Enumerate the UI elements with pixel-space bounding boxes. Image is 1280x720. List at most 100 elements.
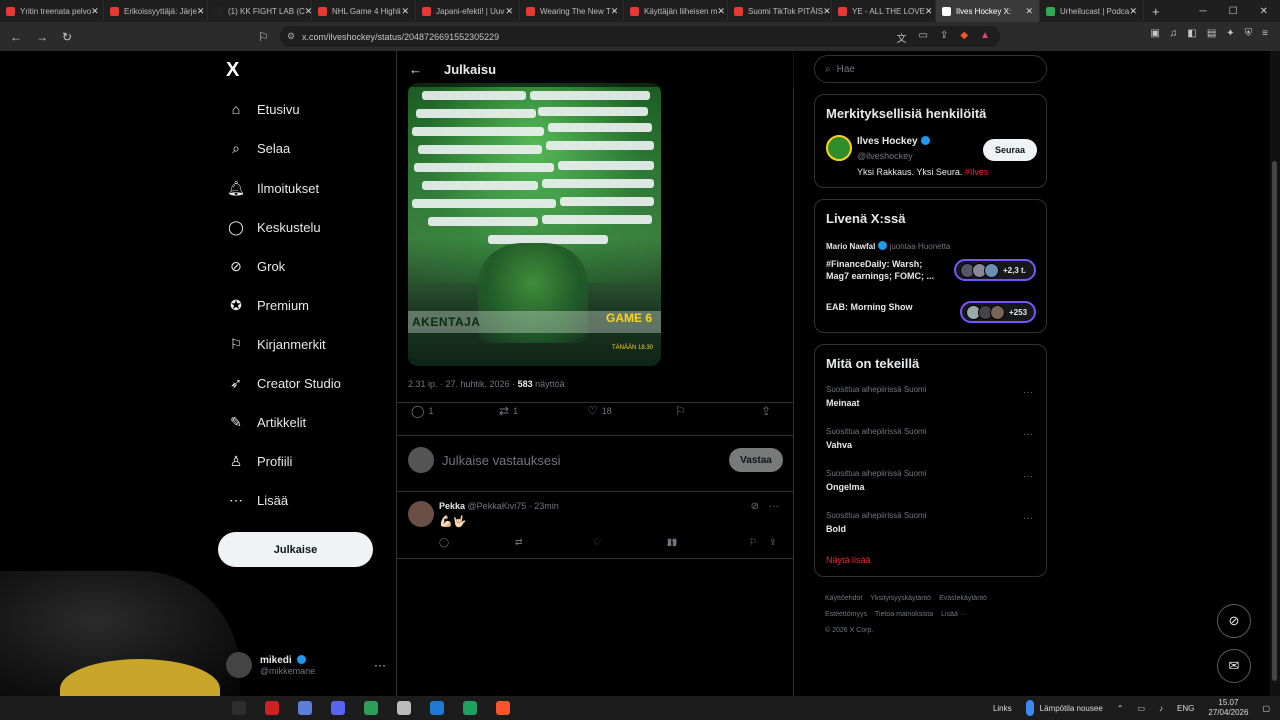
translate-icon[interactable]: 文 [897,30,907,45]
grok-icon[interactable]: ⊘ [751,501,759,512]
browser-tab[interactable]: NHL Game 4 Highli ✕ [312,0,416,22]
like-button[interactable]: ♡ 18 [587,404,612,418]
heart-icon[interactable]: ♡ [593,537,601,548]
links-toolbar[interactable]: Links [993,704,1012,713]
trend-item[interactable]: Meinaat [826,398,860,408]
nav-item-artikkelit[interactable]: ✎ Artikkelit [226,414,306,431]
more-icon[interactable]: ··· [769,501,779,512]
brave-shields-icon[interactable]: ◆ [960,30,968,45]
url-bar[interactable]: ⚙ x.com/ilveshockey/status/2048726691552… [280,26,1000,47]
language-indicator[interactable]: ENG [1177,704,1194,713]
footer-link[interactable]: Yksityisyyskäytäntö [870,595,931,602]
nav-item-premium[interactable]: ✪ Premium [226,297,309,314]
brave-rewards-icon[interactable]: ▲ [980,30,990,45]
nav-item-lis-[interactable]: ⋯ Lisää [226,492,288,509]
tab-close-icon[interactable]: ✕ [401,6,409,17]
reply-post[interactable]: Pekka @PekkaKivi75 · 23min 💪🏻🤟🏻 ⊘ ··· ◯ … [408,499,783,559]
reply-author-name[interactable]: Pekka [439,501,465,511]
forward-icon[interactable]: → [36,30,48,44]
new-tab-button[interactable]: + [1144,4,1168,19]
trend-item[interactable]: Ongelma [826,482,865,492]
messages-fab-icon[interactable]: ✉ [1217,649,1251,683]
more-icon[interactable]: ··· [1023,513,1033,524]
opera-icon[interactable] [265,701,279,715]
hashtag-link[interactable]: #Ilves [965,167,989,177]
tab-close-icon[interactable]: ✕ [925,6,933,17]
tab-close-icon[interactable]: ✕ [611,6,619,17]
more-icon[interactable]: ··· [1023,429,1033,440]
extension-icon[interactable]: ▣ [1150,28,1159,39]
avatar[interactable] [826,135,852,161]
volume-icon[interactable]: ♪ [1159,704,1163,713]
tab-close-icon[interactable]: ✕ [1025,6,1033,17]
task-view-icon[interactable] [232,701,246,715]
nav-item-ilmoitukset[interactable]: 🔔︎ Ilmoitukset [226,180,319,197]
media-icon[interactable]: ♫ [1170,28,1178,39]
nav-item-grok[interactable]: ⊘ Grok [226,258,285,275]
browser-tab[interactable]: Suomi TikTok PITÄIS ✕ [728,0,832,22]
account-switcher[interactable]: mikedi @mikkemane ··· [226,648,386,682]
live-item[interactable]: EAB: Morning Show [826,301,913,313]
trend-item[interactable]: Bold [826,524,846,534]
figma-icon[interactable] [298,701,312,715]
bookmark-icon[interactable]: ⚐ [749,537,757,548]
app-icon[interactable] [364,701,378,715]
post-button[interactable]: Julkaise [218,532,373,567]
nav-item-profiili[interactable]: ♙ Profiili [226,453,293,470]
puzzle-icon[interactable]: ✦ [1226,28,1234,39]
wallet-icon[interactable]: ▤ [1207,28,1216,39]
footer-link[interactable]: © 2026 X Corp. [825,627,873,634]
tab-close-icon[interactable]: ✕ [823,6,831,17]
show-more-link[interactable]: Näytä lisää [826,555,871,565]
browser-tab[interactable]: YE - ALL THE LOVE ✕ [832,0,936,22]
host-name[interactable]: Mario Nawfal [826,242,875,251]
share-button[interactable]: ⇪ [761,404,775,418]
account-more-icon[interactable]: ··· [374,658,386,672]
browser-tab[interactable]: (1) KK FIGHT LAB (C ✕ [208,0,312,22]
edge-icon[interactable] [430,701,444,715]
tab-close-icon[interactable]: ✕ [717,6,725,17]
tab-close-icon[interactable]: ✕ [197,6,205,17]
browser-tab[interactable]: Ilves Hockey X: ✕ [936,0,1040,22]
tab-close-icon[interactable]: ✕ [1129,6,1137,17]
browser-tab[interactable]: Käyttäjän liiheisen m ✕ [624,0,728,22]
tab-close-icon[interactable]: ✕ [91,6,99,17]
avatar[interactable] [408,501,434,527]
more-icon[interactable]: ··· [1023,471,1033,482]
share-icon[interactable]: ⇪ [769,537,777,548]
footer-link[interactable]: Käyttöehdot [825,595,862,602]
tab-close-icon[interactable]: ✕ [505,6,513,17]
close-window-icon[interactable]: ✕ [1260,6,1268,17]
repost-icon[interactable]: ⇄ [515,537,523,548]
sidebar-icon[interactable]: ◧ [1187,28,1196,39]
post-image[interactable]: AKENTAJA GAME 6 TÄNÄÄN 18.30 [408,83,661,366]
weather-text[interactable]: Lämpötila nousee [1040,704,1103,713]
app-icon[interactable] [397,701,411,715]
footer-link[interactable]: Tietoa mainoksista [875,611,933,618]
browser-tab[interactable]: Urheilucast | Podca ✕ [1040,0,1144,22]
tab-close-icon[interactable]: ✕ [305,6,311,17]
nav-item-etusivu[interactable]: ⌂ Etusivu [226,101,300,117]
discord-icon[interactable] [331,701,345,715]
brave-icon[interactable] [496,701,510,715]
site-info-icon[interactable]: ⚙ [287,31,295,42]
relevant-name[interactable]: Ilves Hockey [857,136,918,147]
footer-link[interactable]: Evästekäytäntö [939,595,987,602]
browser-tab[interactable]: Japani-efekti! | Uuv ✕ [416,0,520,22]
x-logo-icon[interactable]: X [226,59,239,82]
app-icon[interactable] [463,701,477,715]
footer-link[interactable]: Esteettömyys [825,611,867,618]
reload-icon[interactable]: ↻ [62,30,72,44]
browser-tab[interactable]: Yritin treenata pelvo ✕ [0,0,104,22]
scrollbar[interactable] [1270,51,1280,696]
vpn-icon[interactable]: ⛨ [1245,28,1253,39]
trend-item[interactable]: Vahva [826,440,852,450]
live-listeners-pill[interactable]: +253 [960,301,1036,323]
menu-icon[interactable]: ≡ [1262,28,1268,39]
follow-button[interactable]: Seuraa [983,139,1037,161]
search-input[interactable]: ⌕ Hae [814,55,1047,83]
bookmark-button[interactable]: ⚐ [675,404,690,418]
tray-chevron-icon[interactable]: ⌃ [1117,704,1124,713]
grok-fab-icon[interactable]: ⊘ [1217,604,1251,638]
nav-item-keskustelu[interactable]: ◯ Keskustelu [226,219,320,236]
